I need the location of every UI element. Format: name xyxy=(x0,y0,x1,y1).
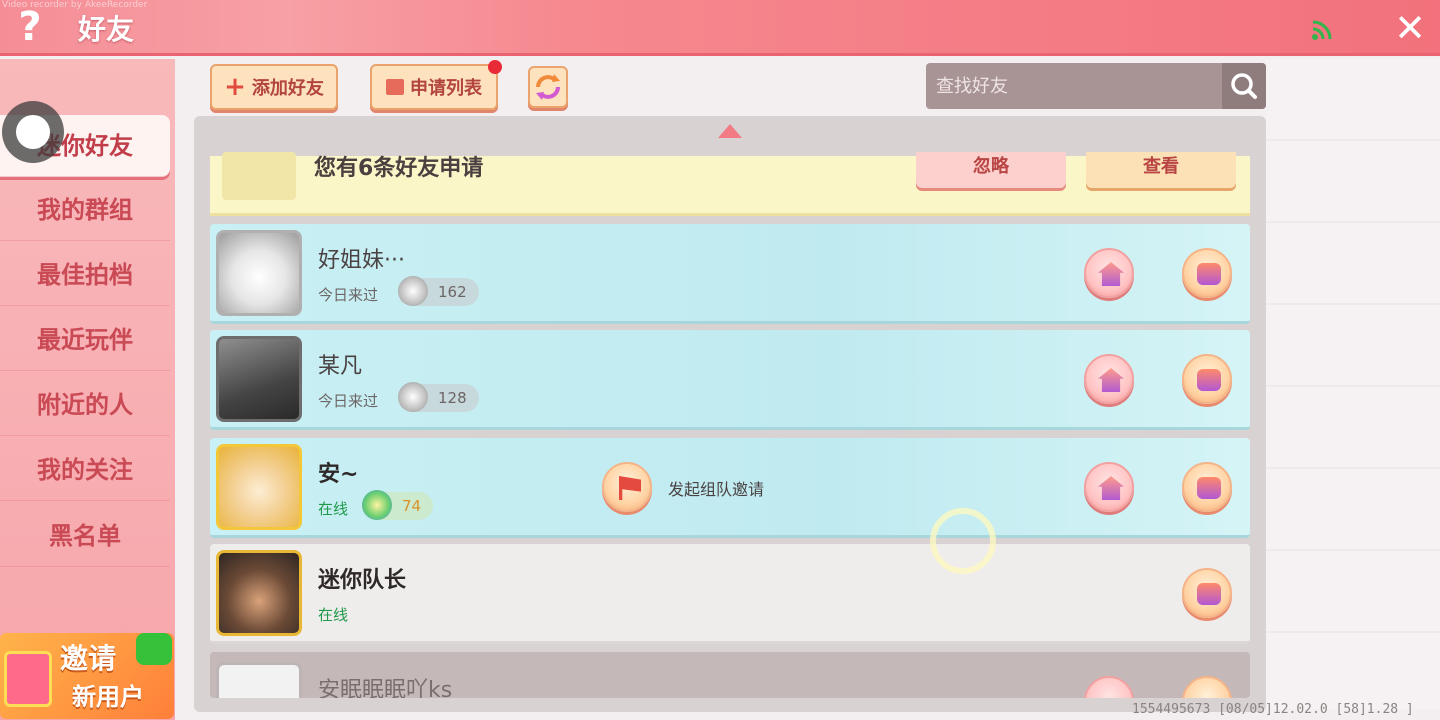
level-badge: 74 xyxy=(362,490,434,520)
house-icon xyxy=(1098,476,1124,500)
chat-button[interactable] xyxy=(1182,676,1232,698)
mail-icon xyxy=(222,152,296,200)
view-button[interactable]: 查看 xyxy=(1086,152,1236,188)
avatar[interactable] xyxy=(216,444,302,530)
refresh-icon xyxy=(536,74,560,100)
chat-button[interactable] xyxy=(1182,568,1232,618)
sidebar-item-nearby[interactable]: 附近的人 xyxy=(0,374,170,436)
sidebar-item-best-partners[interactable]: 最佳拍档 xyxy=(0,244,170,306)
chat-button[interactable] xyxy=(1182,248,1232,298)
chat-icon xyxy=(1197,477,1221,499)
add-friend-label: 添加好友 xyxy=(251,78,324,99)
search-button[interactable] xyxy=(1222,63,1266,109)
friend-name: 某凡 xyxy=(318,354,363,379)
request-list-button[interactable]: 申请列表 xyxy=(370,60,502,110)
invite-title: 邀请 xyxy=(60,642,117,675)
friend-row[interactable]: 安~ 在线 74 发起组队邀请 xyxy=(210,438,1250,538)
sidebar-item-recent-players[interactable]: 最近玩伴 xyxy=(0,309,170,371)
sidebar-item-blacklist[interactable]: 黑名单 xyxy=(0,505,170,567)
house-icon xyxy=(1098,368,1124,392)
header-bar: Video recorder by AkeeRecorder ? 好友 ✕ xyxy=(0,0,1440,56)
friend-status: 在线 xyxy=(318,606,349,624)
level-value: 162 xyxy=(438,283,467,301)
team-invite-button[interactable] xyxy=(602,462,652,512)
signal-icon xyxy=(1312,20,1332,40)
visit-home-button[interactable] xyxy=(1084,676,1134,698)
wechat-icon xyxy=(136,633,172,665)
chat-button[interactable] xyxy=(1182,354,1232,404)
friend-status: 今日来过 xyxy=(318,286,379,304)
avatar[interactable] xyxy=(216,662,302,698)
search-icon xyxy=(1231,73,1257,99)
level-icon xyxy=(398,382,428,412)
request-list-label: 申请列表 xyxy=(410,78,482,99)
help-button[interactable]: ? xyxy=(10,4,50,50)
gift-icon xyxy=(4,651,52,707)
plus-icon: + xyxy=(224,72,246,102)
friend-name: 安眠眠眠吖ks xyxy=(318,678,453,698)
friend-name: 好姐妹··· xyxy=(318,248,405,273)
flag-icon xyxy=(619,476,641,500)
avatar[interactable] xyxy=(216,230,302,316)
close-button[interactable]: ✕ xyxy=(1392,8,1428,48)
avatar[interactable] xyxy=(216,336,302,422)
level-badge: 162 xyxy=(398,276,479,306)
level-value: 128 xyxy=(438,389,467,407)
touch-cursor-indicator xyxy=(2,101,64,163)
team-invite-label[interactable]: 发起组队邀请 xyxy=(668,476,764,500)
chat-icon xyxy=(1197,263,1221,285)
friend-name: 迷你队长 xyxy=(318,568,407,593)
level-icon xyxy=(398,276,428,306)
list-icon xyxy=(386,79,404,95)
chat-button[interactable] xyxy=(1182,462,1232,512)
chat-icon xyxy=(1197,583,1221,605)
sidebar-item-following[interactable]: 我的关注 xyxy=(0,439,170,501)
avatar[interactable] xyxy=(216,550,302,636)
search-input[interactable] xyxy=(926,63,1222,109)
background-pattern xyxy=(1266,59,1440,709)
house-icon xyxy=(1098,262,1124,286)
invite-subtitle: 新用户 xyxy=(72,683,144,711)
request-count-text: 您有6条好友申请 xyxy=(314,156,484,181)
touch-indicator-ring xyxy=(930,508,996,574)
search-box xyxy=(926,63,1266,109)
friend-row[interactable]: 好姐妹··· 今日来过 162 xyxy=(210,224,1250,324)
refresh-button[interactable] xyxy=(528,66,568,108)
ignore-button[interactable]: 忽略 xyxy=(916,152,1066,188)
friend-name: 安~ xyxy=(318,462,359,487)
friend-row[interactable]: 某凡 今日来过 128 xyxy=(210,330,1250,430)
notification-dot xyxy=(488,60,502,74)
footer-id-text: 1554495673 [08/05]12.02.0 [58]1.28 ] xyxy=(1132,702,1414,717)
collapse-arrow-icon[interactable] xyxy=(718,124,742,138)
sidebar-item-my-groups[interactable]: 我的群组 xyxy=(0,179,170,241)
visit-home-button[interactable] xyxy=(1084,462,1134,512)
level-badge: 128 xyxy=(398,382,479,412)
friend-row[interactable]: 安眠眠眠吖ks xyxy=(210,652,1250,698)
level-icon xyxy=(362,490,392,520)
visit-home-button[interactable] xyxy=(1084,354,1134,404)
friend-status: 今日来过 xyxy=(318,392,379,410)
add-friend-button[interactable]: + 添加好友 xyxy=(210,64,338,110)
visit-home-button[interactable] xyxy=(1084,248,1134,298)
level-value: 74 xyxy=(402,497,422,515)
chat-icon xyxy=(1197,369,1221,391)
friend-row[interactable]: 迷你队长 在线 xyxy=(210,544,1250,644)
friend-request-banner: 您有6条好友申请 忽略 查看 xyxy=(210,152,1250,216)
page-title: 好友 xyxy=(78,13,135,46)
friend-status: 在线 xyxy=(318,500,349,518)
invite-new-user-banner[interactable]: 邀请 新用户 xyxy=(0,633,174,719)
